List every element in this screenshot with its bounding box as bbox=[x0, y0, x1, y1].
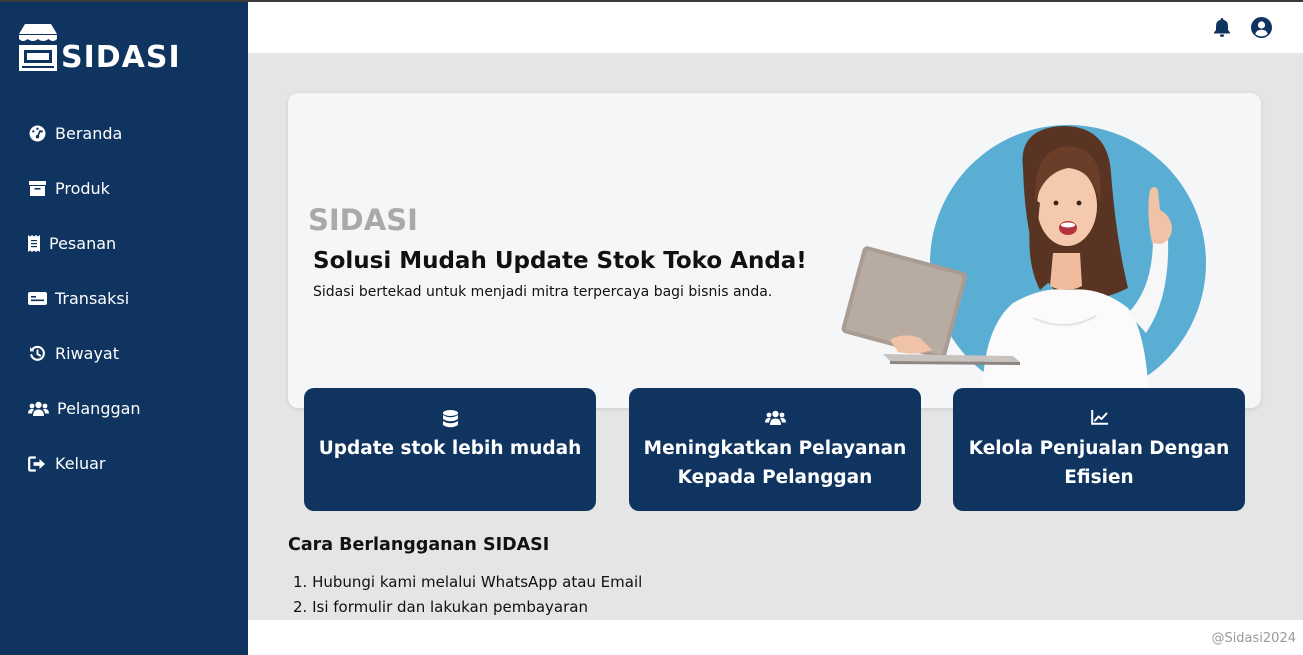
store-icon bbox=[17, 22, 59, 72]
receipt-icon bbox=[27, 234, 41, 254]
sidebar-item-label: Produk bbox=[55, 179, 110, 198]
bell-icon[interactable] bbox=[1211, 16, 1233, 38]
card-icon bbox=[27, 289, 47, 309]
chart-line-icon bbox=[953, 410, 1245, 430]
sidebar-item-label: Pelanggan bbox=[57, 399, 141, 418]
logo[interactable]: SIDASI bbox=[17, 22, 181, 75]
feature-card-pelayanan[interactable]: Meningkatkan Pelayanan Kepada Pelanggan bbox=[629, 388, 921, 511]
feature-card-update-stok[interactable]: Update stok lebih mudah bbox=[304, 388, 596, 511]
users-icon bbox=[629, 410, 921, 430]
users-icon bbox=[27, 399, 49, 419]
sidebar-nav: Beranda Produk Pesanan Transaksi Riwayat bbox=[0, 106, 248, 491]
footer: @Sidasi2024 bbox=[248, 620, 1303, 655]
logo-text: SIDASI bbox=[61, 40, 181, 75]
hero-illustration bbox=[828, 118, 1228, 408]
sidebar-item-riwayat[interactable]: Riwayat bbox=[0, 326, 248, 381]
subscription-title: Cara Berlangganan SIDASI bbox=[288, 535, 550, 555]
feature-card-title: Kelola Penjualan Dengan Efisien bbox=[968, 438, 1230, 488]
feature-card-title: Meningkatkan Pelayanan Kepada Pelanggan bbox=[643, 438, 907, 488]
hero-brand: SIDASI bbox=[308, 203, 418, 237]
logout-icon bbox=[27, 454, 47, 474]
sidebar-item-pelanggan[interactable]: Pelanggan bbox=[0, 381, 248, 436]
sidebar-item-label: Transaksi bbox=[55, 289, 130, 308]
sidebar-item-label: Pesanan bbox=[49, 234, 117, 253]
hero-subtitle: Sidasi bertekad untuk menjadi mitra terp… bbox=[313, 284, 773, 300]
dashboard-icon bbox=[27, 124, 47, 144]
list-item: 1. Hubungi kami melalui WhatsApp atau Em… bbox=[293, 573, 643, 591]
list-item: 2. Isi formulir dan lakukan pembayaran bbox=[293, 598, 588, 616]
sidebar-item-pesanan[interactable]: Pesanan bbox=[0, 216, 248, 271]
hero-banner: SIDASI Solusi Mudah Update Stok Toko And… bbox=[288, 93, 1261, 408]
sidebar-item-label: Keluar bbox=[55, 454, 106, 473]
sidebar: SIDASI Beranda Produk Pesanan Transaksi bbox=[0, 2, 248, 655]
database-icon bbox=[304, 410, 596, 430]
feature-card-penjualan[interactable]: Kelola Penjualan Dengan Efisien bbox=[953, 388, 1245, 511]
hero-title: Solusi Mudah Update Stok Toko Anda! bbox=[313, 248, 807, 274]
user-circle-icon[interactable] bbox=[1250, 16, 1272, 38]
sidebar-item-beranda[interactable]: Beranda bbox=[0, 106, 248, 161]
sidebar-item-produk[interactable]: Produk bbox=[0, 161, 248, 216]
sidebar-item-transaksi[interactable]: Transaksi bbox=[0, 271, 248, 326]
copyright-text: @Sidasi2024 bbox=[1211, 631, 1296, 646]
history-icon bbox=[27, 344, 47, 364]
sidebar-item-label: Riwayat bbox=[55, 344, 119, 363]
sidebar-item-label: Beranda bbox=[55, 124, 123, 143]
subscription-steps: 1. Hubungi kami melalui WhatsApp atau Em… bbox=[293, 571, 642, 621]
archive-icon bbox=[27, 179, 47, 199]
sidebar-item-keluar[interactable]: Keluar bbox=[0, 436, 248, 491]
feature-card-title: Update stok lebih mudah bbox=[318, 438, 582, 459]
top-header bbox=[248, 2, 1303, 53]
